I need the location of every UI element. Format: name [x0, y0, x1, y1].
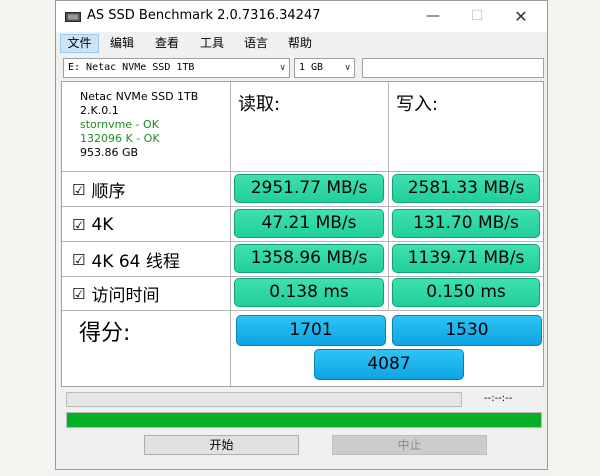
desktop-background-left: [0, 0, 55, 476]
drive-driver: stornvme - OK: [80, 118, 159, 131]
access-read-result: 0.138 ms: [234, 278, 384, 307]
row-4k64-text: 4K 64 线程: [91, 252, 180, 272]
size-select[interactable]: 1 GB ∨: [294, 58, 355, 78]
drive-capacity: 953.86 GB: [80, 146, 139, 159]
window-title: AS SSD Benchmark 2.0.7316.34247: [87, 8, 321, 23]
read-header: 读取:: [238, 94, 281, 115]
drive-firmware: 2.K.0.1: [80, 104, 119, 117]
menu-language[interactable]: 语言: [241, 34, 271, 53]
drive-alignment: 132096 K - OK: [80, 132, 160, 145]
app-window: AS SSD Benchmark 2.0.7316.34247 — ☐ ✕ 文件…: [55, 0, 548, 470]
write-header: 写入:: [396, 94, 439, 115]
row-seq-text: 顺序: [91, 182, 126, 202]
maximize-button[interactable]: ☐: [455, 3, 499, 29]
access-write-result: 0.150 ms: [392, 278, 540, 307]
checkbox-checked-icon: ☑: [72, 250, 86, 269]
task-progress-bar: [66, 392, 462, 407]
menu-bar: 文件 编辑 查看 工具 语言 帮助: [56, 32, 547, 55]
minimize-icon: —: [426, 8, 440, 24]
menu-view[interactable]: 查看: [152, 34, 182, 53]
extra-field[interactable]: [362, 58, 544, 78]
menu-tools[interactable]: 工具: [197, 34, 227, 53]
4k-read-result: 47.21 MB/s: [234, 209, 384, 238]
minimize-button[interactable]: —: [411, 3, 455, 29]
row-4k-text: 4K: [91, 214, 114, 235]
score-label: 得分:: [79, 321, 131, 346]
maximize-icon: ☐: [470, 8, 484, 24]
total-progress-fill: [67, 413, 541, 427]
title-bar: AS SSD Benchmark 2.0.7316.34247 — ☐ ✕: [56, 1, 547, 32]
total-progress-bar: [66, 412, 542, 428]
4k-write-result: 131.70 MB/s: [392, 209, 540, 238]
score-total: 4087: [314, 349, 464, 380]
menu-help[interactable]: 帮助: [285, 34, 315, 53]
row-seq-label[interactable]: ☑ 顺序: [72, 175, 125, 204]
chevron-down-icon: ∨: [279, 63, 286, 73]
row-4k-label[interactable]: ☑ 4K: [72, 210, 113, 239]
checkbox-checked-icon: ☑: [72, 284, 86, 303]
row-4k64-label[interactable]: ☑ 4K 64 线程: [72, 245, 180, 274]
elapsed-time: --:--:--: [484, 393, 513, 404]
drive-select-value: E: Netac NVMe SSD 1TB: [68, 62, 195, 73]
menu-edit[interactable]: 编辑: [107, 34, 137, 53]
score-write: 1530: [392, 315, 542, 346]
results-grid: Netac NVMe SSD 1TB 2.K.0.1 stornvme - OK…: [61, 81, 544, 387]
row-access-label[interactable]: ☑ 访问时间: [72, 279, 159, 308]
size-select-value: 1 GB: [299, 62, 324, 73]
close-button[interactable]: ✕: [499, 3, 543, 29]
drive-select[interactable]: E: Netac NVMe SSD 1TB ∨: [63, 58, 290, 78]
4k64-write-result: 1139.71 MB/s: [392, 244, 540, 273]
score-read: 1701: [236, 315, 386, 346]
desktop-background-right: [548, 0, 600, 476]
checkbox-checked-icon: ☑: [72, 180, 86, 199]
checkbox-checked-icon: ☑: [72, 215, 86, 234]
menu-file[interactable]: 文件: [60, 34, 99, 53]
seq-read-result: 2951.77 MB/s: [234, 174, 384, 203]
start-button[interactable]: 开始: [144, 435, 299, 455]
stop-button[interactable]: 中止: [332, 435, 487, 455]
4k64-read-result: 1358.96 MB/s: [234, 244, 384, 273]
row-access-text: 访问时间: [91, 286, 160, 306]
chevron-down-icon: ∨: [344, 63, 351, 73]
seq-write-result: 2581.33 MB/s: [392, 174, 540, 203]
drive-model: Netac NVMe SSD 1TB: [80, 90, 199, 103]
drive-info: Netac NVMe SSD 1TB 2.K.0.1 stornvme - OK…: [80, 90, 198, 160]
close-icon: ✕: [514, 6, 528, 26]
app-icon: [65, 9, 81, 23]
